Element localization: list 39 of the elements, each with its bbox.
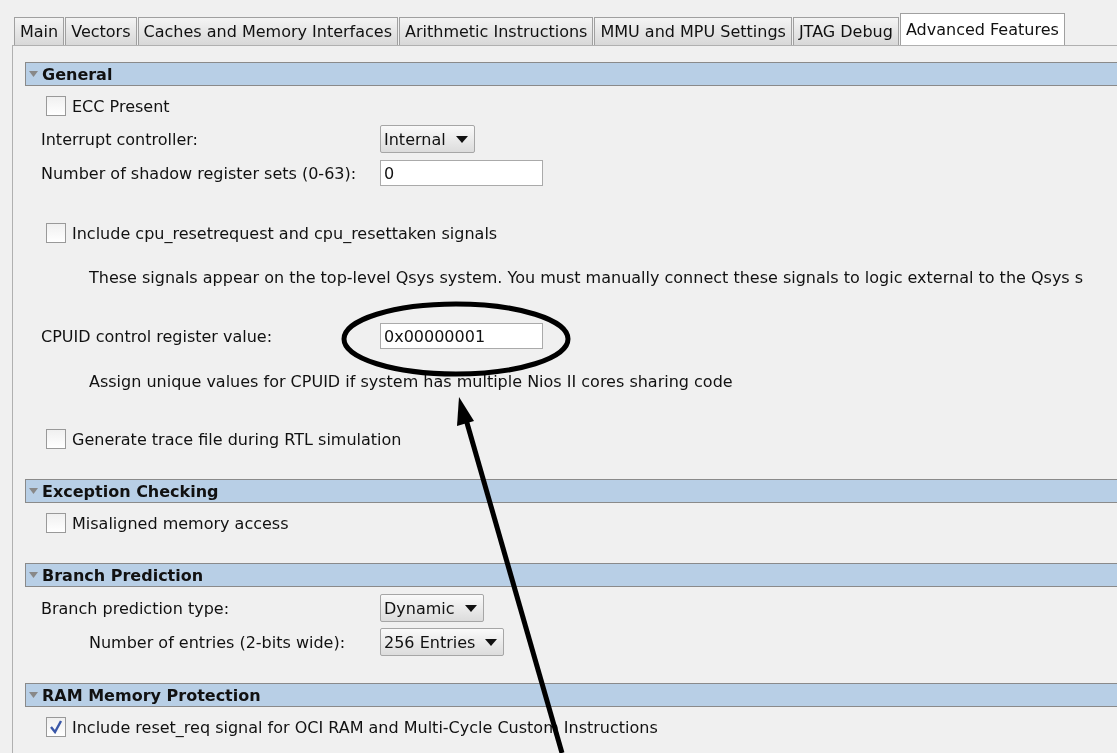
checkbox[interactable] — [46, 429, 66, 449]
checkbox-label: Generate trace file during RTL simulation — [72, 429, 402, 449]
input-field[interactable]: 0 — [380, 160, 543, 186]
checkbox-label: Include cpu_resetrequest and cpu_resettaken signals — [72, 223, 498, 243]
input-field[interactable]: 0x00000001 — [380, 323, 543, 349]
checkbox-label: ECC Present — [72, 96, 170, 116]
dropdown[interactable]: Internal — [380, 125, 475, 153]
field-label: CPUID control register value: — [41, 326, 274, 346]
tab[interactable]: Arithmetic Instructions — [399, 17, 594, 45]
tab[interactable]: Advanced Features — [899, 13, 1065, 45]
section-header[interactable]: Branch Prediction — [25, 563, 1117, 587]
tab[interactable]: JTAG Debug — [792, 17, 899, 45]
section-header[interactable]: Exception Checking — [25, 479, 1117, 503]
field-label: Branch prediction type: — [41, 598, 230, 618]
dropdown[interactable]: 256 Entries — [380, 628, 505, 656]
collapse-icon[interactable] — [29, 572, 38, 578]
checkbox[interactable] — [46, 223, 66, 243]
tab[interactable]: Caches and Memory Interfaces — [137, 17, 399, 45]
help-text: Assign unique values for CPUID if system has multiple Nios II cores sharing code — [89, 371, 733, 391]
field-label: Number of entries (2-bits wide): — [89, 632, 347, 652]
collapse-icon[interactable] — [29, 692, 38, 698]
checkbox-label: Misaligned memory access — [72, 513, 289, 533]
collapse-icon[interactable] — [29, 71, 38, 77]
checkbox[interactable] — [46, 96, 66, 116]
tab[interactable]: MMU and MPU Settings — [594, 17, 792, 45]
section-header[interactable]: RAM Memory Protection — [25, 683, 1117, 707]
checkbox[interactable] — [46, 513, 66, 533]
field-label: Number of shadow register sets (0-63): — [41, 163, 358, 183]
collapse-icon[interactable] — [29, 488, 38, 494]
help-text: These signals appear on the top-level Qsys system. You must manually connect these signals to logic external to the Qsys s — [89, 267, 1084, 287]
tab[interactable]: Vectors — [65, 17, 137, 45]
section-header[interactable]: General — [25, 62, 1117, 86]
caret-icon — [485, 638, 498, 646]
checkbox[interactable] — [46, 717, 66, 737]
caret-icon — [464, 604, 477, 612]
field-label: Interrupt controller: — [41, 129, 199, 149]
caret-icon — [455, 135, 468, 143]
tab[interactable]: Main — [14, 17, 65, 45]
dropdown[interactable]: Dynamic — [380, 594, 484, 622]
